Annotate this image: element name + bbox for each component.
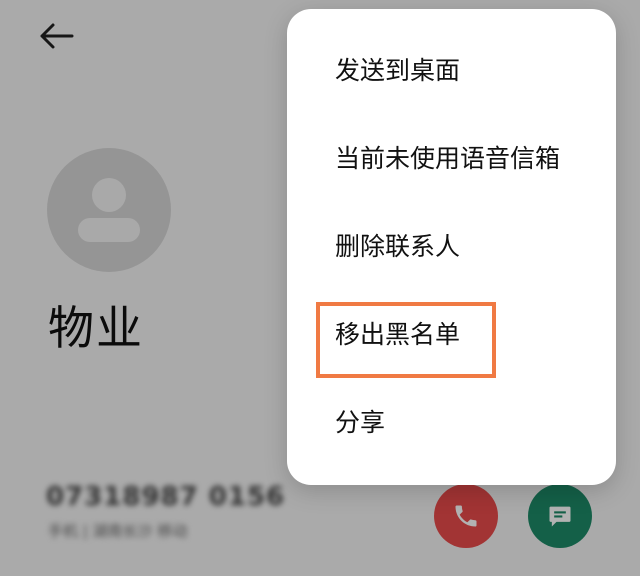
menu-item-voicemail[interactable]: 当前未使用语音信箱 <box>287 115 616 203</box>
menu-item-send-to-desktop[interactable]: 发送到桌面 <box>287 27 616 115</box>
menu-item-share[interactable]: 分享 <box>287 379 616 467</box>
highlight-box <box>316 302 496 378</box>
menu-item-delete-contact[interactable]: 删除联系人 <box>287 203 616 291</box>
overflow-menu: 发送到桌面 当前未使用语音信箱 删除联系人 移出黑名单 分享 <box>287 9 616 485</box>
